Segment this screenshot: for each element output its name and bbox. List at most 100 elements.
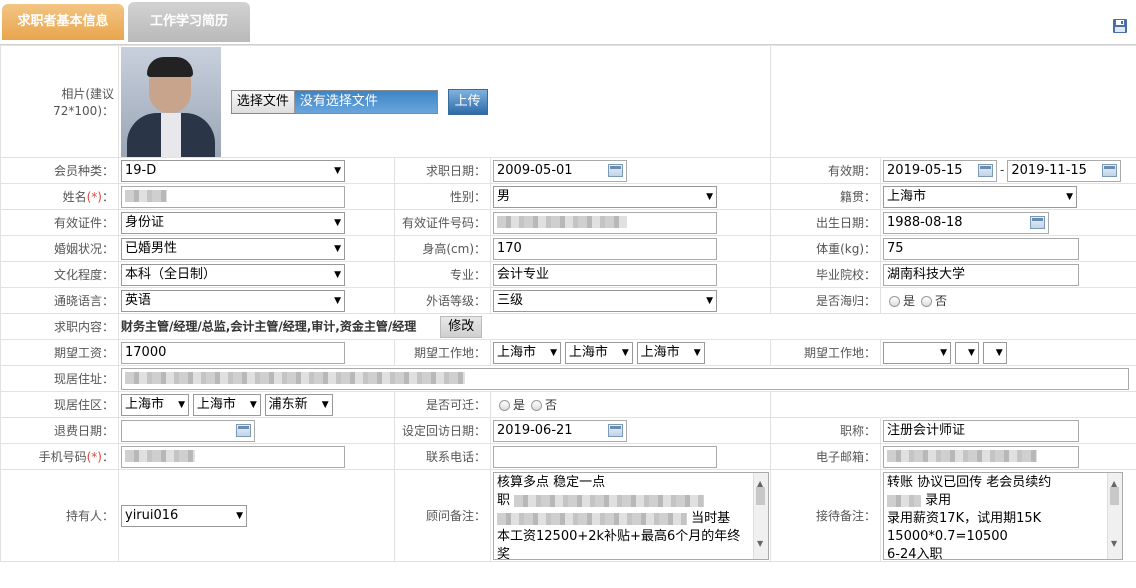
valid-from-input[interactable]: 2019-05-15 bbox=[883, 159, 998, 182]
work-place2-city-select[interactable]: ▼ bbox=[954, 341, 979, 364]
applicant-form: 相片(建议72*100)： 选择文件 没有选择文件 上传 会员种类： 19-D ▼ … bbox=[0, 45, 1136, 562]
calendar-icon bbox=[608, 163, 623, 177]
chevron-down-icon: ▼ bbox=[334, 243, 341, 254]
valid-to-input[interactable]: 2019-11-15 bbox=[1007, 159, 1122, 182]
chevron-down-icon: ▼ bbox=[334, 165, 341, 176]
scrollbar[interactable]: ▲ ▼ bbox=[1107, 473, 1123, 559]
work-place-district-select[interactable]: 上海市 ▼ bbox=[636, 341, 705, 364]
weight-label: 体重(kg)： bbox=[770, 235, 882, 262]
email-label: 电子邮箱： bbox=[770, 443, 882, 470]
birth-date-input[interactable]: 1988-08-18 bbox=[883, 211, 1050, 234]
tab-basic-info[interactable]: 求职者基本信息 bbox=[2, 4, 124, 40]
weight-input[interactable]: 75 bbox=[883, 237, 1080, 260]
email-input[interactable] bbox=[883, 445, 1080, 468]
district-label: 现居住区： bbox=[0, 391, 119, 418]
job-content-text: 财务主管/经理/总监,会计主管/经理,审计,资金主管/经理 bbox=[121, 319, 417, 333]
language-select[interactable]: 英语 ▼ bbox=[121, 289, 345, 312]
education-label: 文化程度： bbox=[0, 261, 119, 288]
job-date-input[interactable]: 2009-05-01 bbox=[493, 159, 627, 182]
upload-button[interactable]: 上传 bbox=[447, 88, 488, 115]
calendar-icon bbox=[236, 423, 251, 437]
revisit-date-input[interactable]: 2019-06-21 bbox=[493, 419, 627, 442]
work-place2-district-select[interactable]: ▼ bbox=[982, 341, 1007, 364]
work-place2-label: 期望工作地： bbox=[770, 339, 882, 366]
district-province-select[interactable]: 上海市 ▼ bbox=[121, 393, 189, 416]
no-file-text: 没有选择文件 bbox=[294, 90, 437, 113]
overseas-yes-radio[interactable] bbox=[889, 296, 901, 307]
relocate-no-radio[interactable] bbox=[531, 400, 543, 411]
major-input[interactable]: 会计专业 bbox=[493, 263, 717, 286]
lang-level-label: 外语等级： bbox=[394, 287, 491, 314]
gender-label: 性别： bbox=[394, 183, 491, 210]
overseas-no-radio[interactable] bbox=[921, 296, 933, 307]
calendar-icon bbox=[1102, 163, 1118, 177]
phone-input[interactable] bbox=[493, 445, 717, 468]
birth-date-label: 出生日期： bbox=[770, 209, 882, 236]
height-input[interactable]: 170 bbox=[493, 237, 717, 260]
id-type-select[interactable]: 身份证 ▼ bbox=[121, 211, 345, 234]
gender-select[interactable]: 男 ▼ bbox=[493, 185, 717, 208]
chevron-down-icon: ▼ bbox=[321, 399, 329, 410]
chevron-down-icon: ▼ bbox=[249, 399, 257, 410]
chevron-down-icon: ▼ bbox=[940, 347, 948, 358]
address-label: 现居住址： bbox=[0, 365, 119, 392]
native-place-label: 籍贯： bbox=[770, 183, 882, 210]
education-select[interactable]: 本科（全日制） ▼ bbox=[121, 263, 345, 286]
district-area-select[interactable]: 浦东新 ▼ bbox=[264, 393, 333, 416]
choose-file-button[interactable]: 选择文件 bbox=[231, 90, 295, 113]
chevron-down-icon: ▼ bbox=[967, 347, 975, 358]
chevron-down-icon: ▼ bbox=[621, 347, 629, 358]
name-input[interactable] bbox=[121, 185, 345, 208]
chevron-down-icon: ▼ bbox=[334, 217, 341, 228]
native-place-select[interactable]: 上海市 ▼ bbox=[883, 185, 1078, 208]
mobile-input[interactable] bbox=[121, 445, 345, 468]
refund-date-input[interactable] bbox=[121, 419, 255, 442]
reception-note-label: 接待备注： bbox=[770, 469, 882, 562]
district-city-select[interactable]: 上海市 ▼ bbox=[192, 393, 261, 416]
calendar-icon bbox=[978, 163, 994, 177]
save-icon[interactable] bbox=[1112, 18, 1128, 34]
chevron-down-icon: ▼ bbox=[334, 269, 341, 280]
member-type-label: 会员种类： bbox=[0, 157, 119, 184]
height-label: 身高(cm)： bbox=[394, 235, 491, 262]
member-type-select[interactable]: 19-D ▼ bbox=[121, 159, 345, 182]
address-input[interactable] bbox=[121, 367, 1129, 390]
job-date-label: 求职日期： bbox=[394, 157, 491, 184]
reception-note-textarea[interactable]: 转账 协议已回传 老会员续约 录用 录用薪资17K，试用期15K 15000*0… bbox=[883, 472, 1124, 560]
id-number-label: 有效证件号码： bbox=[394, 209, 491, 236]
chevron-down-icon: ▼ bbox=[706, 191, 713, 202]
avatar-photo bbox=[121, 46, 221, 157]
scrollbar[interactable]: ▲ ▼ bbox=[753, 473, 768, 559]
language-label: 通晓语言： bbox=[0, 287, 119, 314]
name-label: 姓名(*)： bbox=[0, 183, 119, 210]
file-input[interactable]: 选择文件 没有选择文件 bbox=[230, 89, 438, 114]
title-label: 职称： bbox=[770, 417, 882, 444]
marital-select[interactable]: 已婚男性 ▼ bbox=[121, 237, 345, 260]
lang-level-select[interactable]: 三级 ▼ bbox=[493, 289, 717, 312]
chevron-down-icon: ▼ bbox=[178, 399, 185, 410]
salary-input[interactable]: 17000 bbox=[121, 341, 345, 364]
chevron-down-icon: ▼ bbox=[236, 510, 243, 521]
work-place-label: 期望工作地： bbox=[394, 339, 491, 366]
school-input[interactable]: 湖南科技大学 bbox=[883, 263, 1080, 286]
chevron-down-icon: ▼ bbox=[693, 347, 701, 358]
consultant-note-textarea[interactable]: 核算多点 稳定一点 职 当时基 本工资12500+2k补贴+最高6个月的年终奖 … bbox=[493, 472, 769, 560]
work-place-city-select[interactable]: 上海市 ▼ bbox=[564, 341, 633, 364]
relocate-yes-radio[interactable] bbox=[499, 400, 510, 411]
holder-select[interactable]: yirui016 ▼ bbox=[121, 504, 247, 527]
tab-work-history[interactable]: 工作学习简历 bbox=[128, 2, 250, 42]
calendar-icon bbox=[1030, 215, 1046, 229]
work-place-province-select[interactable]: 上海市 ▼ bbox=[493, 341, 561, 364]
chevron-down-icon: ▼ bbox=[995, 347, 1003, 358]
edit-job-content-button[interactable]: 修改 bbox=[440, 315, 483, 338]
mobile-label: 手机号码(*)： bbox=[0, 443, 119, 470]
id-number-input[interactable] bbox=[493, 211, 717, 234]
phone-label: 联系电话： bbox=[394, 443, 491, 470]
work-place2-province-select[interactable]: ▼ bbox=[883, 341, 952, 364]
calendar-icon bbox=[608, 423, 623, 437]
revisit-date-label: 设定回访日期： bbox=[394, 417, 491, 444]
salary-label: 期望工资： bbox=[0, 339, 119, 366]
title-input[interactable]: 注册会计师证 bbox=[883, 419, 1080, 442]
photo-label: 相片(建议72*100)： bbox=[0, 45, 119, 158]
marital-label: 婚姻状况： bbox=[0, 235, 119, 262]
